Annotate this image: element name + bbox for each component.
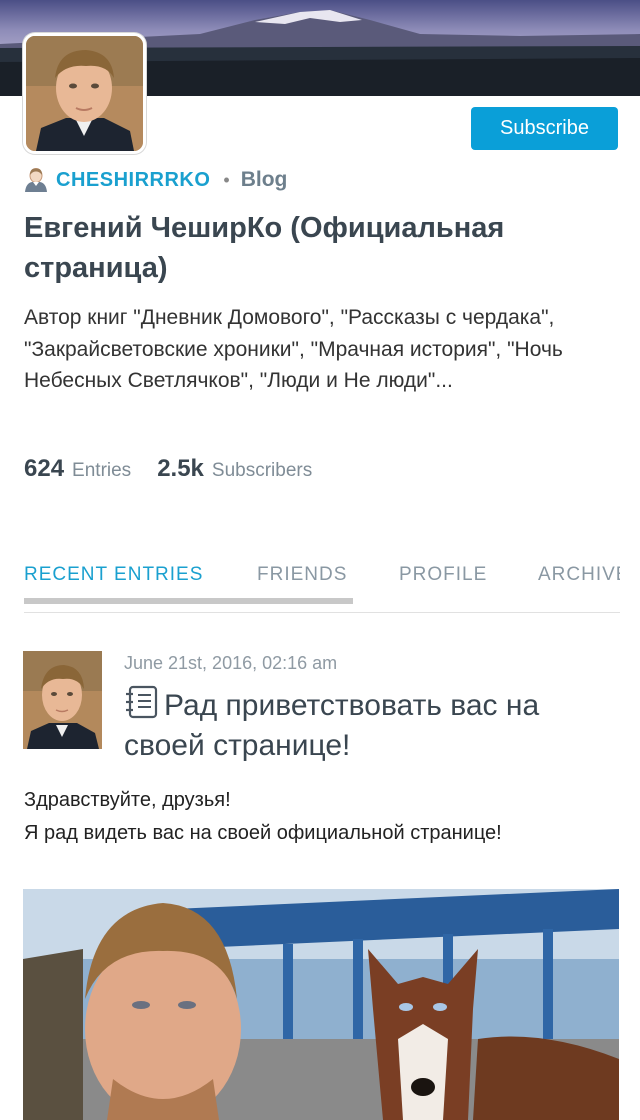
stats-bar: 624 Entries 2.5k Subscribers — [24, 455, 338, 483]
tabs-divider — [24, 612, 620, 613]
entry-author-avatar[interactable] — [23, 651, 102, 749]
subscribers-label: Subscribers — [211, 460, 313, 481]
tab-profile[interactable]: PROFILE — [399, 564, 487, 586]
separator-dot: • — [223, 169, 230, 190]
profile-avatar[interactable] — [23, 33, 146, 154]
entry-title-link[interactable]: Рад приветствовать вас на своей странице… — [124, 685, 614, 766]
tab-recent-entries[interactable]: RECENT ENTRIES — [24, 564, 203, 586]
journal-description: Автор книг "Дневник Домового", "Рассказы… — [24, 306, 563, 392]
tab-bar: RECENT ENTRIES FRIENDS PROFILE ARCHIVE — [24, 560, 620, 614]
tab-friends[interactable]: FRIENDS — [257, 564, 347, 586]
entries-count: 624 — [24, 455, 65, 482]
user-line: CHESHIRRRKO • Blog — [24, 166, 287, 194]
document-icon — [126, 685, 158, 719]
entry-body: Здравствуйте, друзья! Я рад видеть вас н… — [24, 784, 624, 850]
username-link[interactable]: CHESHIRRRKO — [56, 169, 210, 192]
entry-body-line: Я рад видеть вас на своей официальной ст… — [24, 822, 502, 844]
active-tab-indicator — [24, 598, 353, 604]
entry-photo[interactable] — [23, 889, 619, 1120]
subscribers-count: 2.5k — [157, 455, 204, 482]
subscribe-button[interactable]: Subscribe — [471, 107, 618, 150]
entry-title-text: Рад приветствовать вас на своей странице… — [124, 689, 540, 762]
user-icon — [25, 168, 47, 192]
entry-body-line: Здравствуйте, друзья! — [24, 789, 231, 811]
journal-title: Евгений ЧеширКо (Официальная страница) — [24, 212, 505, 284]
entries-label: Entries — [72, 460, 132, 481]
entry-date: June 21st, 2016, 02:16 am — [124, 653, 338, 673]
tab-archive[interactable]: ARCHIVE — [538, 564, 620, 586]
blog-type-label: Blog — [240, 168, 288, 191]
